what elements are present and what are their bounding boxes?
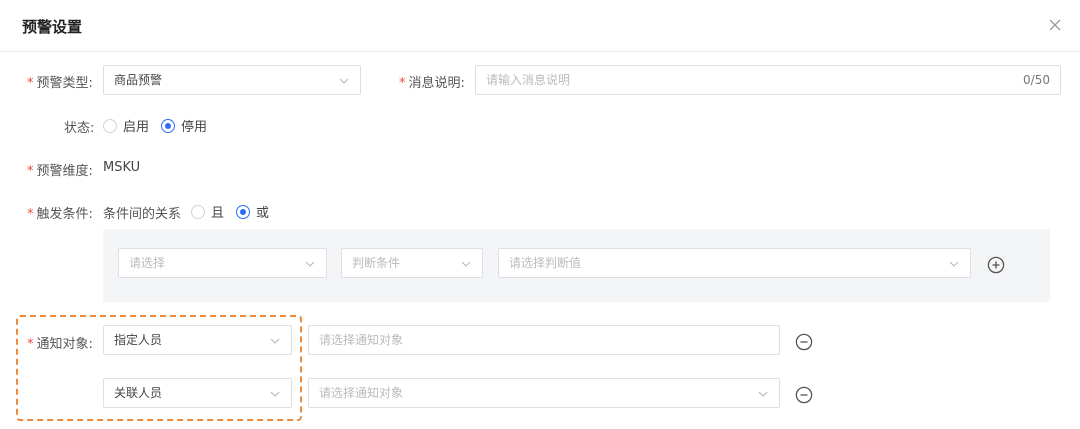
notify-target-select-2[interactable]: 请选择通知对象 — [308, 378, 780, 408]
dimension-label: * 预警维度: — [27, 164, 93, 179]
notify-target-input-1[interactable]: 请选择通知对象 — [308, 325, 780, 355]
required-mark: * — [399, 76, 406, 91]
notify-type-select-1[interactable]: 指定人员 — [103, 325, 292, 355]
dialog-header: 预警设置 — [0, 0, 1080, 52]
notify-label: * 通知对象: — [27, 337, 93, 352]
radio-dot-selected — [161, 118, 176, 133]
chevron-down-icon — [757, 388, 769, 400]
alert-type-select[interactable]: 商品预警 — [103, 65, 361, 95]
close-icon[interactable] — [1044, 14, 1066, 36]
plus-circle-icon[interactable] — [987, 256, 1005, 274]
required-mark: * — [27, 337, 34, 352]
alert-type-value: 商品预警 — [114, 73, 163, 87]
condition-field-select[interactable]: 请选择 — [118, 248, 327, 278]
chevron-down-icon — [948, 258, 960, 270]
dialog-title: 预警设置 — [22, 18, 83, 36]
message-input[interactable]: 请输入消息说明 0/50 — [475, 65, 1061, 95]
message-counter: 0/50 — [1023, 73, 1050, 87]
trigger-label: * 触发条件: — [27, 207, 93, 222]
required-mark: * — [27, 76, 34, 91]
trigger-relation-text: 条件间的关系 — [103, 207, 182, 222]
relation-or-radio[interactable]: 或 — [236, 202, 269, 221]
chevron-down-icon — [269, 335, 281, 347]
chevron-down-icon — [304, 258, 316, 270]
minus-circle-icon[interactable] — [795, 333, 813, 351]
minus-circle-icon[interactable] — [795, 386, 813, 404]
status-enable-radio[interactable]: 启用 — [103, 116, 149, 135]
condition-value-select[interactable]: 请选择判断值 — [498, 248, 971, 278]
chevron-down-icon — [269, 388, 281, 400]
status-radio-group: 启用 停用 — [103, 116, 219, 135]
radio-dot — [191, 204, 205, 219]
required-mark: * — [27, 207, 34, 222]
alert-type-label: * 预警类型: — [27, 76, 93, 91]
relation-and-radio[interactable]: 且 — [191, 202, 224, 221]
trigger-relation-radio-group: 且 或 — [191, 202, 281, 221]
dimension-value: MSKU — [103, 160, 141, 175]
status-label: 状态: — [64, 121, 95, 136]
chevron-down-icon — [460, 258, 472, 270]
status-disable-radio[interactable]: 停用 — [161, 116, 207, 135]
message-label: * 消息说明: — [399, 76, 465, 91]
radio-dot-selected — [236, 204, 251, 219]
message-placeholder: 请输入消息说明 — [486, 73, 571, 87]
required-mark: * — [27, 164, 34, 179]
notify-type-select-2[interactable]: 关联人员 — [103, 378, 292, 408]
chevron-down-icon — [338, 75, 350, 87]
radio-dot — [103, 118, 117, 133]
condition-operator-select[interactable]: 判断条件 — [341, 248, 483, 278]
